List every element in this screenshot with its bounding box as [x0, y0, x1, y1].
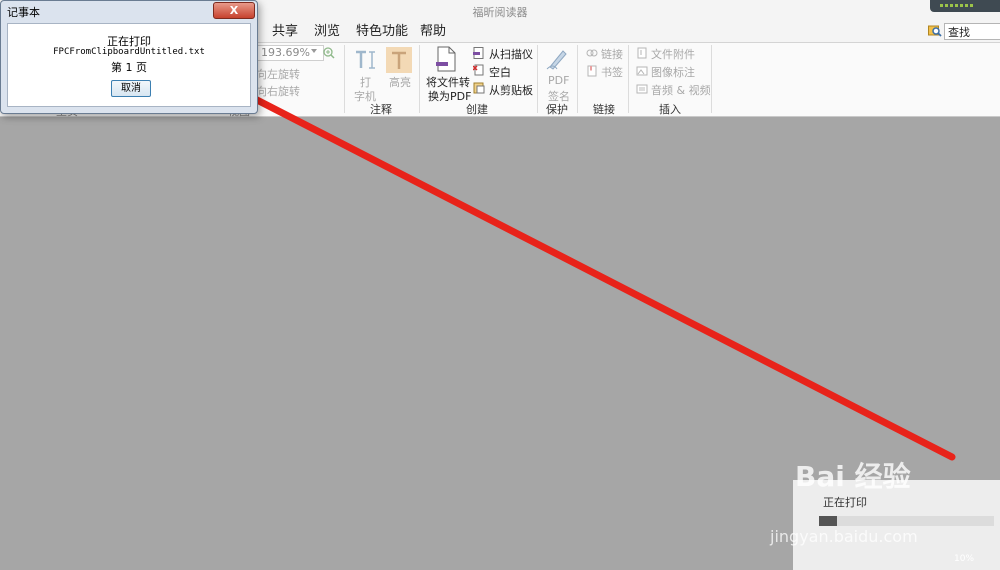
print-filename: FPCFromClipboardUntitled.txt	[53, 47, 205, 57]
progress-percent: 10%	[954, 554, 975, 564]
close-button[interactable]: X	[213, 2, 255, 19]
watermark-logo: Bai 经验	[795, 460, 911, 493]
cancel-button[interactable]: 取消	[111, 80, 151, 97]
progress-label: 正在打印	[823, 496, 867, 509]
watermark-url: jingyan.baidu.com	[770, 527, 918, 546]
print-dialog: 记事本 X 正在打印 FPCFromClipboardUntitled.txt …	[0, 0, 258, 114]
progress-bar: 10%	[819, 516, 994, 564]
dialog-title: 记事本	[7, 6, 40, 19]
progress-fill	[819, 516, 837, 526]
dialog-body: 正在打印 FPCFromClipboardUntitled.txt 第 1 页 …	[7, 23, 251, 107]
print-page: 第 1 页	[111, 61, 147, 74]
